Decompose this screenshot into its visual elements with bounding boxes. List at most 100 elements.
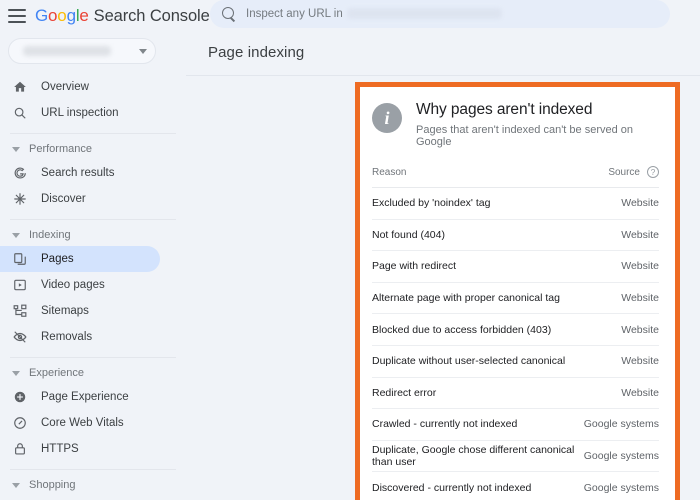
source-cell: Website bbox=[621, 323, 659, 336]
sidebar-item-label: URL inspection bbox=[41, 107, 119, 119]
sidebar-item-label: Overview bbox=[41, 81, 89, 93]
sidebar-item-pages[interactable]: Pages bbox=[0, 246, 160, 272]
table-column-headers: Reason Source ? bbox=[372, 166, 659, 188]
sidebar-item-label: Pages bbox=[41, 253, 74, 265]
indexing-reasons-table: Excluded by 'noindex' tag Website Not fo… bbox=[360, 188, 675, 500]
url-inspection-search-input[interactable]: Inspect any URL in bbox=[210, 0, 670, 28]
table-row[interactable]: Crawled - currently not indexed Google s… bbox=[372, 409, 659, 441]
info-icon: i bbox=[372, 103, 402, 133]
search-icon bbox=[222, 7, 236, 21]
sidebar-section-experience[interactable]: Experience bbox=[0, 362, 186, 384]
table-row[interactable]: Page with redirect Website bbox=[372, 251, 659, 283]
column-header-source: Source bbox=[608, 166, 640, 178]
gauge-plus-icon bbox=[10, 390, 30, 404]
sidebar-item-label: Removals bbox=[41, 331, 93, 343]
triangle-down-icon bbox=[12, 232, 20, 238]
table-row[interactable]: Redirect error Website bbox=[372, 378, 659, 410]
card-title: Why pages aren't indexed bbox=[416, 101, 593, 118]
reason-cell: Not found (404) bbox=[372, 228, 445, 241]
triangle-down-icon bbox=[12, 482, 20, 488]
sidebar-item-page-experience[interactable]: Page Experience bbox=[0, 384, 186, 410]
sidebar-section-label: Shopping bbox=[29, 479, 76, 491]
sidebar-item-https[interactable]: HTTPS bbox=[0, 436, 186, 462]
sidebar-divider bbox=[10, 133, 176, 134]
home-icon bbox=[10, 80, 30, 94]
sidebar-item-search-results[interactable]: Search results bbox=[0, 160, 186, 186]
source-cell: Google systems bbox=[583, 482, 659, 495]
chevron-down-icon bbox=[139, 48, 147, 54]
sidebar-item-video-pages[interactable]: Video pages bbox=[0, 272, 186, 298]
product-name: Search Console bbox=[93, 7, 210, 25]
table-row[interactable]: Blocked due to access forbidden (403) We… bbox=[372, 314, 659, 346]
sidebar-section-performance[interactable]: Performance bbox=[0, 138, 186, 160]
column-header-reason: Reason bbox=[372, 166, 407, 178]
reason-cell: Duplicate, Google chose different canoni… bbox=[372, 444, 575, 469]
sidebar: Overview URL inspection Performance Sear… bbox=[0, 32, 186, 500]
source-cell: Website bbox=[621, 260, 659, 273]
table-row[interactable]: Duplicate without user-selected canonica… bbox=[372, 346, 659, 378]
reason-cell: Crawled - currently not indexed bbox=[372, 418, 518, 431]
redacted-domain bbox=[346, 8, 502, 20]
video-icon bbox=[10, 278, 30, 292]
table-row[interactable]: Duplicate, Google chose different canoni… bbox=[372, 441, 659, 473]
sidebar-item-removals[interactable]: Removals bbox=[0, 324, 186, 350]
sidebar-item-label: Core Web Vitals bbox=[41, 417, 124, 429]
pages-icon bbox=[10, 252, 30, 266]
sidebar-divider bbox=[10, 357, 176, 358]
table-row[interactable]: Discovered - currently not indexed Googl… bbox=[372, 472, 659, 500]
page-title: Page indexing bbox=[208, 44, 305, 61]
search-icon bbox=[10, 106, 30, 120]
source-cell: Website bbox=[621, 292, 659, 305]
reason-cell: Page with redirect bbox=[372, 260, 457, 273]
sidebar-section-label: Experience bbox=[29, 367, 85, 379]
sidebar-item-label: HTTPS bbox=[41, 443, 79, 455]
table-row[interactable]: Alternate page with proper canonical tag… bbox=[372, 283, 659, 315]
table-row[interactable]: Excluded by 'noindex' tag Website bbox=[372, 188, 659, 220]
main-content: Page indexing i Why pages aren't indexed… bbox=[186, 32, 700, 500]
lock-icon bbox=[10, 442, 30, 456]
reason-cell: Duplicate without user-selected canonica… bbox=[372, 355, 566, 368]
reason-cell: Discovered - currently not indexed bbox=[372, 482, 532, 495]
sitemap-icon bbox=[10, 304, 30, 318]
sidebar-divider bbox=[10, 219, 176, 220]
sidebar-divider bbox=[10, 469, 176, 470]
reason-cell: Redirect error bbox=[372, 386, 437, 399]
property-selector[interactable] bbox=[8, 38, 156, 64]
help-circle-icon[interactable]: ? bbox=[647, 166, 659, 178]
table-row[interactable]: Not found (404) Website bbox=[372, 220, 659, 252]
triangle-down-icon bbox=[12, 370, 20, 376]
property-name-redacted bbox=[23, 46, 111, 56]
brand-logo[interactable]: Google Search Console bbox=[35, 6, 210, 26]
source-cell: Website bbox=[621, 228, 659, 241]
hamburger-menu-icon[interactable] bbox=[8, 9, 26, 23]
sidebar-item-core-web-vitals[interactable]: Core Web Vitals bbox=[0, 410, 186, 436]
source-cell: Google systems bbox=[583, 450, 659, 463]
why-pages-arent-indexed-card: i Why pages aren't indexed Pages that ar… bbox=[355, 82, 680, 500]
reason-cell: Excluded by 'noindex' tag bbox=[372, 197, 491, 210]
reason-cell: Blocked due to access forbidden (403) bbox=[372, 323, 552, 336]
card-subtitle: Pages that aren't indexed can't be serve… bbox=[416, 124, 634, 148]
sidebar-section-indexing[interactable]: Indexing bbox=[0, 224, 186, 246]
sidebar-item-label: Sitemaps bbox=[41, 305, 89, 317]
source-cell: Website bbox=[621, 386, 659, 399]
search-placeholder: Inspect any URL in bbox=[246, 8, 502, 20]
sidebar-item-url-inspection[interactable]: URL inspection bbox=[0, 100, 186, 126]
sidebar-item-label: Discover bbox=[41, 193, 86, 205]
sidebar-item-overview[interactable]: Overview bbox=[0, 74, 186, 100]
source-cell: Website bbox=[621, 197, 659, 210]
sidebar-section-shopping[interactable]: Shopping bbox=[0, 474, 186, 496]
sidebar-section-label: Indexing bbox=[29, 229, 71, 241]
sidebar-item-sitemaps[interactable]: Sitemaps bbox=[0, 298, 186, 324]
card-header: i Why pages aren't indexed Pages that ar… bbox=[360, 87, 675, 148]
source-cell: Google systems bbox=[583, 418, 659, 431]
sidebar-item-label: Search results bbox=[41, 167, 115, 179]
sparkle-icon bbox=[10, 192, 30, 206]
speedometer-icon bbox=[10, 416, 30, 430]
sidebar-item-label: Page Experience bbox=[41, 391, 129, 403]
sidebar-nav-list: Overview URL inspection Performance Sear… bbox=[0, 74, 186, 496]
sidebar-section-label: Performance bbox=[29, 143, 92, 155]
sidebar-item-discover[interactable]: Discover bbox=[0, 186, 186, 212]
title-divider bbox=[186, 75, 700, 76]
eye-off-icon bbox=[10, 330, 30, 344]
reason-cell: Alternate page with proper canonical tag bbox=[372, 292, 560, 305]
